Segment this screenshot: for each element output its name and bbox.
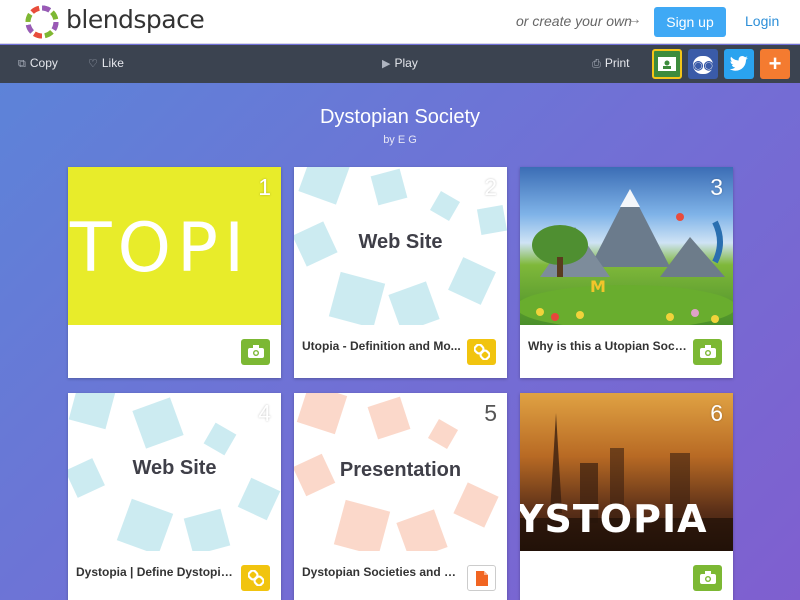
- google-classroom-icon: [658, 57, 676, 71]
- lesson-toolbar: ⧉ Copy ♡ Like ▶ Play ⎙ Print ◉◉ +: [0, 45, 800, 83]
- signup-button[interactable]: Sign up: [654, 7, 726, 37]
- print-button[interactable]: ⎙ Print: [592, 56, 630, 71]
- edmodo-icon: ◉◉: [693, 56, 714, 74]
- utopia-landscape-image: M: [520, 189, 733, 325]
- lesson-card-5[interactable]: Presentation 5 Dystopian Societies and C…: [294, 393, 507, 600]
- play-label: Play: [394, 56, 418, 70]
- lesson-card-1[interactable]: TOPI 1: [68, 167, 281, 378]
- card-number: 5: [484, 400, 497, 426]
- edmodo-button[interactable]: ◉◉: [688, 49, 718, 79]
- card-thumbnail[interactable]: Web Site 2: [294, 167, 507, 325]
- link-icon[interactable]: [241, 565, 270, 591]
- card-number: 3: [710, 174, 723, 200]
- link-icon[interactable]: [467, 339, 496, 365]
- lesson-title: Dystopian Society: [319, 106, 481, 128]
- lesson-card-6[interactable]: YSTOPIA 6: [520, 393, 733, 600]
- card-number: 1: [258, 174, 271, 200]
- plus-icon: +: [768, 51, 782, 76]
- card-number: 4: [258, 400, 271, 426]
- card-thumbnail[interactable]: YSTOPIA 6: [520, 393, 733, 551]
- camera-icon[interactable]: [693, 339, 722, 365]
- card-caption[interactable]: Why is this a Utopian Soci...: [528, 339, 688, 353]
- thumb-website-text: Web Site: [358, 231, 443, 253]
- lesson-author[interactable]: by E G: [0, 134, 800, 146]
- card-number: 2: [484, 174, 497, 200]
- card-thumbnail[interactable]: Presentation 5: [294, 393, 507, 551]
- login-link[interactable]: Login: [745, 13, 779, 29]
- copy-button[interactable]: ⧉ Copy: [18, 56, 58, 71]
- camera-icon[interactable]: [693, 565, 722, 591]
- card-number: 6: [710, 400, 723, 426]
- copy-icon: ⧉: [18, 58, 26, 70]
- google-classroom-button[interactable]: [652, 49, 682, 79]
- thumb-topi-text: TOPI: [70, 209, 251, 288]
- camera-icon[interactable]: [241, 339, 270, 365]
- printer-icon: ⎙: [592, 58, 601, 70]
- play-icon: ▶: [382, 58, 391, 70]
- thumb-presentation-text: Presentation: [339, 459, 462, 481]
- lesson-card-2[interactable]: Web Site 2 Utopia - Definition and Mo...: [294, 167, 507, 378]
- card-thumbnail[interactable]: M 3: [520, 167, 733, 325]
- logo-text[interactable]: blendspace: [66, 5, 205, 34]
- copy-label: Copy: [29, 56, 58, 70]
- svg-text:M: M: [590, 277, 606, 296]
- twitter-icon: [729, 56, 748, 71]
- card-caption[interactable]: Dystopian Societies and C...: [302, 565, 462, 579]
- card-thumbnail[interactable]: TOPI 1: [68, 167, 281, 325]
- print-label: Print: [604, 56, 630, 70]
- twitter-button[interactable]: [724, 49, 754, 79]
- thumb-dystopia-text: YSTOPIA: [520, 497, 708, 541]
- create-your-own-text: or create your own: [516, 13, 632, 29]
- document-icon[interactable]: [467, 565, 496, 591]
- lesson-card-3[interactable]: M 3 Why is this a Utopian Soci...: [520, 167, 733, 378]
- play-button[interactable]: ▶ Play: [382, 56, 418, 70]
- card-caption[interactable]: Utopia - Definition and Mo...: [302, 339, 462, 353]
- card-thumbnail[interactable]: Web Site 4: [68, 393, 281, 551]
- arrow-right-icon: →: [626, 11, 642, 28]
- blendspace-logo-icon[interactable]: [24, 4, 60, 40]
- add-share-button[interactable]: +: [760, 49, 790, 79]
- like-label: Like: [101, 56, 124, 70]
- heart-icon: ♡: [88, 58, 98, 70]
- lesson-card-4[interactable]: Web Site 4 Dystopia | Define Dystopia...: [68, 393, 281, 600]
- top-header: blendspace or create your own → Sign up …: [0, 0, 800, 44]
- thumb-website-text: Web Site: [132, 457, 217, 479]
- card-caption[interactable]: Dystopia | Define Dystopia...: [76, 565, 236, 579]
- like-button[interactable]: ♡ Like: [88, 56, 124, 70]
